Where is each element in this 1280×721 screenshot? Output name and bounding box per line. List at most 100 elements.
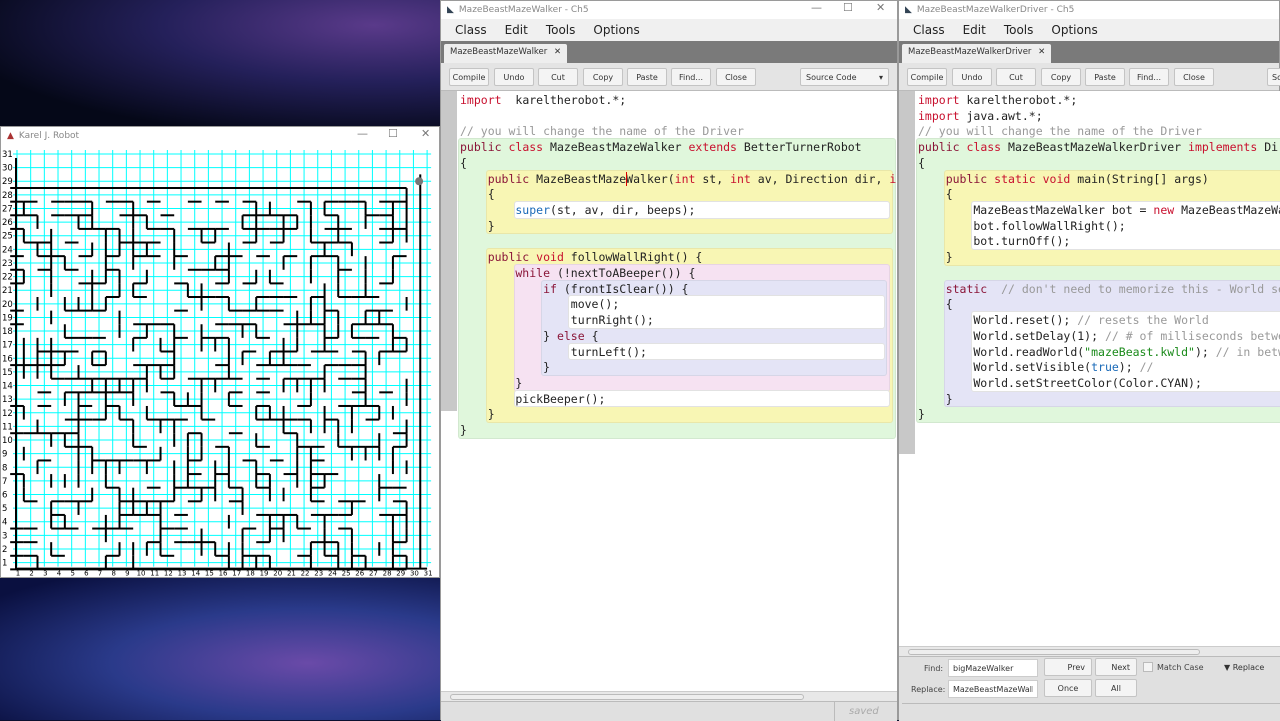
close-button[interactable]: Close	[716, 68, 756, 86]
maximize-button[interactable]: ☐	[388, 127, 398, 140]
code-token: move();	[460, 297, 620, 312]
find-input[interactable]	[948, 659, 1038, 677]
code-editor[interactable]: import kareltherobot.*; // you will chang…	[441, 91, 897, 691]
menu-edit[interactable]: Edit	[505, 23, 528, 37]
menu-tools[interactable]: Tools	[1004, 23, 1034, 37]
line-gutter	[899, 91, 915, 454]
replace-toggle[interactable]: ▼ Replace	[1224, 663, 1264, 672]
code-token: super	[460, 203, 551, 218]
code-editor[interactable]: import kareltherobot.*; import java.awt.*…	[899, 91, 1280, 646]
avenue-label: 15	[205, 570, 214, 578]
code-token: {	[918, 187, 953, 202]
street-label: 24	[2, 245, 13, 255]
undo-button[interactable]: Undo	[952, 68, 992, 86]
code-line: public class MazeBeastMazeWalkerDriver i…	[918, 139, 1280, 155]
copy-button[interactable]: Copy	[583, 68, 623, 86]
find-button[interactable]: Find...	[1129, 68, 1169, 86]
code-token: World.readWorld(	[918, 344, 1085, 359]
street-label: 7	[2, 477, 7, 487]
next-button[interactable]: Next	[1095, 658, 1137, 676]
avenue-label: 7	[98, 570, 102, 578]
paste-button[interactable]: Paste	[1085, 68, 1125, 86]
street-label: 2	[2, 545, 7, 555]
code-token: // you will change the name of the Drive…	[918, 124, 1202, 139]
code-token: public	[918, 171, 995, 186]
close-tab-icon[interactable]: ✕	[554, 47, 561, 57]
minimize-button[interactable]: —	[357, 127, 368, 140]
view-select-value: Source Code	[806, 72, 857, 82]
cut-button[interactable]: Cut	[538, 68, 578, 86]
maximize-button[interactable]: ☐	[843, 1, 853, 14]
view-select[interactable]: Source Code ▾	[800, 68, 889, 86]
code-line: import java.awt.*;	[918, 108, 1043, 124]
avenue-label: 25	[342, 570, 351, 578]
menu-bar: Class Edit Tools Options	[899, 19, 1279, 41]
street-label: 29	[2, 177, 13, 187]
menu-options[interactable]: Options	[593, 23, 639, 37]
code-token: // in between	[1215, 344, 1280, 359]
avenue-label: 31	[424, 570, 433, 578]
code-line: import kareltherobot.*;	[460, 92, 626, 108]
menu-options[interactable]: Options	[1051, 23, 1097, 37]
avenue-label: 3	[43, 570, 47, 578]
avenue-label: 22	[301, 570, 310, 578]
code-token: class	[508, 140, 551, 155]
view-select[interactable]: So	[1267, 68, 1280, 86]
code-token: //	[1139, 360, 1154, 375]
undo-button[interactable]: Undo	[494, 68, 534, 86]
status-bar: saved	[441, 701, 897, 721]
editor-window-walker: ◣ MazeBeastMazeWalker - Ch5 — ☐ ✕ Class …	[440, 0, 898, 721]
tab-label: MazeBeastMazeWalkerDriver	[908, 47, 1032, 57]
code-token: av, Direction dir,	[750, 171, 890, 186]
horizontal-scrollbar[interactable]	[441, 691, 897, 701]
street-label: 17	[2, 341, 13, 351]
replace-all-button[interactable]: All	[1095, 679, 1137, 697]
chevron-down-icon: ▾	[878, 72, 883, 82]
paste-button[interactable]: Paste	[627, 68, 667, 86]
street-label: 31	[2, 150, 13, 160]
street-label: 6	[2, 491, 7, 501]
menu-edit[interactable]: Edit	[963, 23, 986, 37]
cut-button[interactable]: Cut	[996, 68, 1036, 86]
code-line: turnLeft();	[460, 344, 647, 360]
street-label: 27	[2, 204, 13, 214]
street-label: 10	[2, 436, 13, 446]
code-token: st,	[695, 171, 731, 186]
close-button[interactable]: ✕	[421, 127, 430, 140]
tab-mazebeastmazewalker[interactable]: MazeBeastMazeWalker ✕	[444, 44, 568, 63]
avenue-label: 24	[328, 570, 337, 578]
code-token: MazeBeastMazeWalker	[1181, 203, 1280, 218]
find-button[interactable]: Find...	[671, 68, 711, 86]
close-button[interactable]: ✕	[876, 1, 885, 14]
replace-input[interactable]	[948, 680, 1038, 698]
street-label: 30	[2, 164, 13, 174]
horizontal-scrollbar[interactable]	[899, 646, 1280, 656]
compile-button[interactable]: Compile	[449, 68, 489, 86]
street-label: 8	[2, 463, 7, 473]
close-tab-icon[interactable]: ✕	[1038, 47, 1045, 57]
compile-button[interactable]: Compile	[907, 68, 947, 86]
menu-class[interactable]: Class	[913, 23, 945, 37]
robot-icon	[415, 177, 424, 186]
code-line: }	[460, 422, 467, 438]
match-case-checkbox[interactable]	[1143, 662, 1153, 672]
code-token: public	[918, 140, 967, 155]
replace-once-button[interactable]: Once	[1044, 679, 1092, 697]
menu-class[interactable]: Class	[455, 23, 487, 37]
menu-tools[interactable]: Tools	[546, 23, 576, 37]
tab-mazebeastmazewalkerdriver[interactable]: MazeBeastMazeWalkerDriver ✕	[902, 44, 1052, 63]
close-button[interactable]: Close	[1174, 68, 1214, 86]
street-label: 16	[2, 354, 13, 364]
street-label: 25	[2, 232, 13, 242]
match-case-label: Match Case	[1157, 663, 1204, 672]
minimize-button[interactable]: —	[811, 1, 822, 14]
prev-button[interactable]: Prev	[1044, 658, 1092, 676]
copy-button[interactable]: Copy	[1041, 68, 1081, 86]
desktop-background	[0, 578, 440, 720]
code-token: followWallRight() {	[570, 250, 703, 265]
avenue-label: 18	[246, 570, 255, 578]
find-panel: Find: Prev Next Match Case ▼ Replace Rep…	[899, 656, 1280, 721]
code-token: import	[918, 93, 960, 107]
code-token: {	[591, 328, 599, 343]
code-token: import	[918, 108, 960, 123]
